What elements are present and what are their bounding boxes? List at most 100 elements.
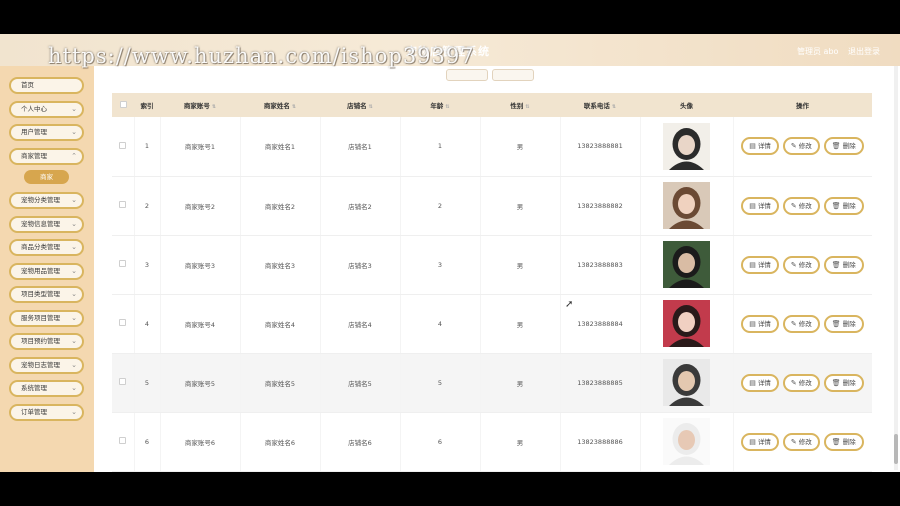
column-header[interactable]: 商家账号 ⇅ xyxy=(160,93,240,117)
row-checkbox[interactable] xyxy=(119,201,127,208)
sidebar-item-users[interactable]: 用户管理 ⌄ xyxy=(9,124,84,141)
edit-button[interactable]: ✎ 修改 xyxy=(782,137,820,156)
cell-gender: 男 xyxy=(480,294,561,354)
sidebar-item-profile[interactable]: 个人中心 ⌄ xyxy=(9,101,84,118)
trash-icon: 🗑 xyxy=(831,378,841,387)
scrollbar-track[interactable] xyxy=(894,66,898,470)
cell-account: 商家账号6 xyxy=(160,412,241,472)
detail-button[interactable]: ▤ 详情 xyxy=(741,137,779,156)
column-header[interactable]: 商家姓名 ⇅ xyxy=(240,93,320,117)
cell-phone: 13823888886 xyxy=(560,412,641,472)
cell-name: 商家姓名4 xyxy=(240,294,321,354)
sort-icon[interactable]: ⇅ xyxy=(525,104,529,110)
column-header[interactable]: 联系电话 ⇅ xyxy=(560,93,640,117)
column-header[interactable]: 年龄 ⇅ xyxy=(400,93,480,117)
cell-name: 商家姓名2 xyxy=(240,176,321,236)
delete-button[interactable]: 🗑 删除 xyxy=(823,432,864,451)
avatar[interactable] xyxy=(663,359,710,406)
delete-button[interactable]: 🗑 删除 xyxy=(823,255,864,274)
sidebar-item-orders[interactable]: 订单管理 ⌄ xyxy=(9,404,84,421)
cell-phone: 13823888885 xyxy=(560,353,641,413)
sidebar-item-pet-log[interactable]: 宠物日志管理 ⌄ xyxy=(9,357,84,374)
cell-age: 5 xyxy=(400,353,481,413)
delete-label: 删除 xyxy=(842,378,856,387)
row-checkbox[interactable] xyxy=(119,141,127,149)
sidebar-item-label: 宠物日志管理 xyxy=(21,361,60,369)
edit-button[interactable]: ✎ 修改 xyxy=(782,314,820,333)
detail-button[interactable]: ▤ 详情 xyxy=(741,373,779,392)
sidebar-item-pet-info[interactable]: 宠物信息管理 ⌄ xyxy=(9,216,84,233)
cell-actions: ▤ 详情 ✎ 修改 🗑 删除 xyxy=(733,176,872,236)
avatar[interactable] xyxy=(663,182,710,229)
row-checkbox[interactable] xyxy=(119,437,127,444)
document-icon: ▤ xyxy=(749,378,756,387)
sort-icon[interactable]: ⇅ xyxy=(612,104,616,110)
sidebar-subitem-merchant[interactable]: 商家 xyxy=(24,170,69,184)
sidebar-item-merchants[interactable]: 商家管理 ⌃ xyxy=(9,148,84,165)
scrollbar-thumb[interactable] xyxy=(894,434,898,464)
chevron-down-icon: ⌄ xyxy=(71,128,77,136)
sidebar-item-pet-category[interactable]: 宠物分类管理 ⌄ xyxy=(9,192,84,209)
cell-index: 4 xyxy=(134,294,161,354)
sidebar-item-pet-supplies[interactable]: 宠物用品管理 ⌄ xyxy=(9,263,84,280)
delete-label: 删除 xyxy=(842,201,856,210)
avatar[interactable] xyxy=(663,122,710,170)
sidebar-item-home[interactable]: 首页 xyxy=(9,77,84,94)
table-row: 1 商家账号1 商家姓名1 店铺名1 1 男 13823888881 ▤ 详情 ✎ 修改 🗑 删除 xyxy=(112,117,872,177)
cell-age: 4 xyxy=(400,294,481,354)
detail-label: 详情 xyxy=(757,319,771,328)
delete-button[interactable]: 🗑 删除 xyxy=(823,137,864,156)
avatar[interactable] xyxy=(663,418,710,465)
delete-label: 删除 xyxy=(842,142,856,151)
column-header[interactable]: 店铺名 ⇅ xyxy=(320,93,400,117)
cell-shop: 店铺名6 xyxy=(320,412,401,472)
sidebar-item-service[interactable]: 服务项目管理 ⌄ xyxy=(9,310,84,327)
cell-avatar xyxy=(640,176,734,236)
edit-button[interactable]: ✎ 修改 xyxy=(782,373,820,392)
delete-button[interactable]: 🗑 删除 xyxy=(823,373,864,392)
detail-button[interactable]: ▤ 详情 xyxy=(741,432,779,451)
sidebar-item-product-category[interactable]: 商品分类管理 ⌄ xyxy=(9,239,84,256)
sort-icon[interactable]: ⇅ xyxy=(292,104,296,110)
cell-actions: ▤ 详情 ✎ 修改 🗑 删除 xyxy=(733,353,872,413)
select-all-checkbox[interactable] xyxy=(119,100,127,108)
watermark-text: https://www.huzhan.com/ishop39397 xyxy=(48,44,475,68)
toolbar-button[interactable] xyxy=(446,69,488,81)
sidebar-item-label: 商品分类管理 xyxy=(21,243,60,251)
delete-button[interactable]: 🗑 删除 xyxy=(823,314,864,333)
sort-icon[interactable]: ⇅ xyxy=(212,104,216,110)
sidebar-item-system[interactable]: 系统管理 ⌄ xyxy=(9,380,84,397)
detail-button[interactable]: ▤ 详情 xyxy=(741,196,779,215)
pencil-icon: ✎ xyxy=(790,260,797,269)
row-checkbox[interactable] xyxy=(119,260,127,267)
column-header[interactable]: 性别 ⇅ xyxy=(480,93,560,117)
table-row: 3 商家账号3 商家姓名3 店铺名3 3 男 13823888883 ▤ 详情 ✎ 修改 🗑 删除 xyxy=(112,235,872,295)
cell-age: 1 xyxy=(400,117,481,177)
detail-label: 详情 xyxy=(757,201,771,210)
cell-name: 商家姓名6 xyxy=(240,412,321,472)
toolbar-button[interactable] xyxy=(492,69,534,81)
avatar[interactable] xyxy=(663,241,710,288)
sort-icon[interactable]: ⇅ xyxy=(369,104,373,110)
logout-link[interactable]: 退出登录 xyxy=(848,46,880,57)
edit-label: 修改 xyxy=(798,437,812,446)
delete-button[interactable]: 🗑 删除 xyxy=(823,196,864,215)
cell-shop: 店铺名3 xyxy=(320,235,401,295)
row-checkbox[interactable] xyxy=(119,378,127,385)
detail-button[interactable]: ▤ 详情 xyxy=(741,314,779,333)
chevron-down-icon: ⌄ xyxy=(71,105,77,113)
sort-icon[interactable]: ⇅ xyxy=(445,104,449,110)
pencil-icon: ✎ xyxy=(790,201,797,210)
cell-avatar xyxy=(640,412,734,472)
edit-button[interactable]: ✎ 修改 xyxy=(782,255,820,274)
cell-shop: 店铺名5 xyxy=(320,353,401,413)
row-checkbox[interactable] xyxy=(119,319,127,326)
edit-button[interactable]: ✎ 修改 xyxy=(782,432,820,451)
sidebar-item-booking[interactable]: 项目预约管理 ⌄ xyxy=(9,333,84,350)
cell-shop: 店铺名1 xyxy=(320,117,401,177)
detail-button[interactable]: ▤ 详情 xyxy=(741,255,779,274)
edit-button[interactable]: ✎ 修改 xyxy=(782,196,820,215)
sidebar-item-project-type[interactable]: 项目类型管理 ⌄ xyxy=(9,286,84,303)
sidebar-item-label: 宠物信息管理 xyxy=(21,220,60,228)
avatar[interactable] xyxy=(663,300,710,347)
